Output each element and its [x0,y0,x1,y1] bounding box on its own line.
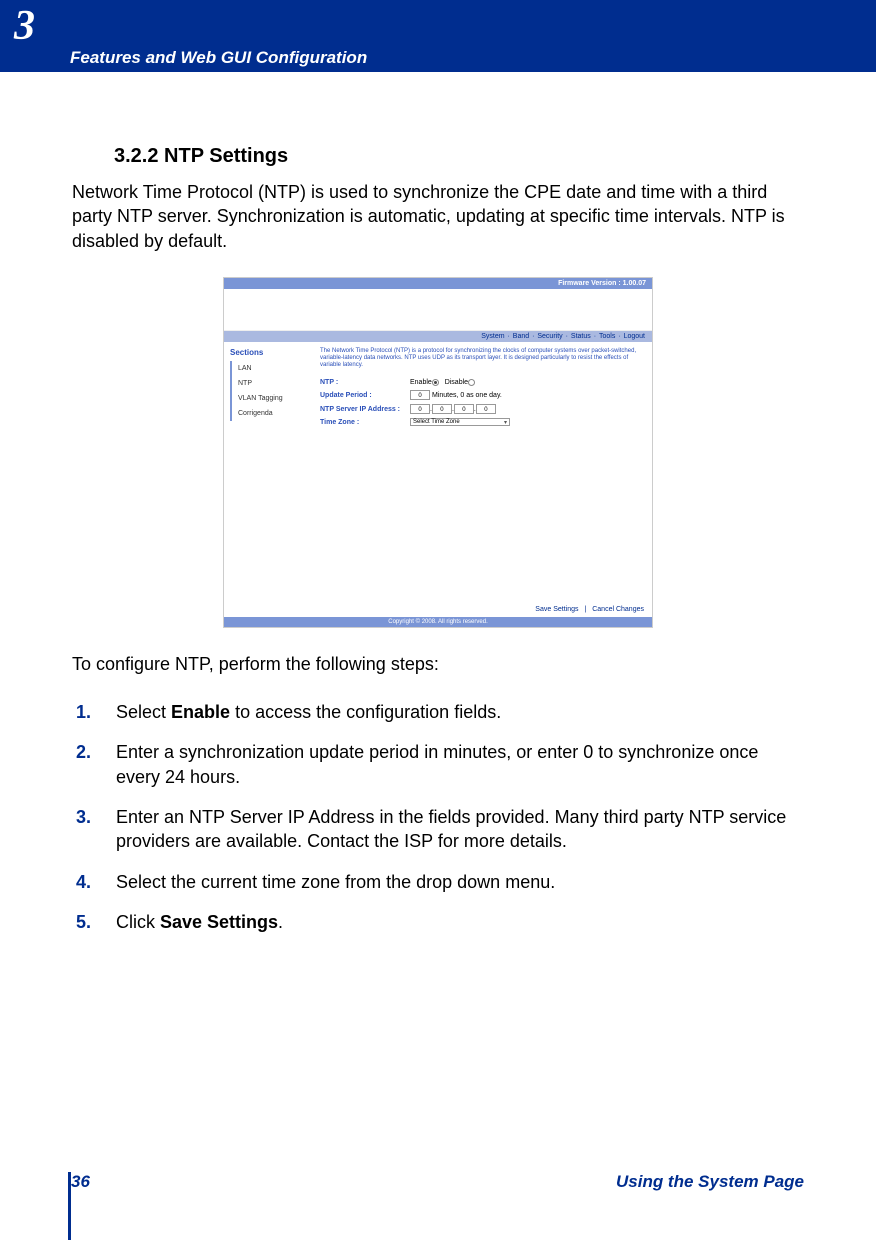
update-suffix: Minutes, 0 as one day. [432,392,502,399]
sidebar-item-lan[interactable]: LAN [230,361,308,376]
main-panel: The Network Time Protocol (NTP) is a pro… [314,342,652,602]
panel-intro: The Network Time Protocol (NTP) is a pro… [320,348,646,370]
embedded-screenshot: Firmware Version : 1.00.07 System · Band… [223,277,653,628]
step-5: 5. Click Save Settings. [72,910,804,934]
step-1: 1. Select Enable to access the configura… [72,700,804,724]
ntp-label: NTP : [320,379,410,386]
nav-item[interactable]: Tools [599,333,615,340]
sidebar: Sections LAN NTP VLAN Tagging Corrigenda [224,342,314,602]
sidebar-title: Sections [230,348,308,357]
header-title: Features and Web GUI Configuration [70,48,367,68]
step-text: Select Enable to access the configuratio… [116,700,804,724]
step-number: 2. [76,740,116,789]
page-footer: 36 Using the System Page [68,1172,804,1192]
brand-area [224,289,652,331]
footer-stub [68,1176,71,1240]
nav-item[interactable]: Status [571,333,591,340]
footer-separator: | [584,606,586,613]
nav-item[interactable]: Band [513,333,529,340]
ip-octet-1[interactable]: 0 [410,404,430,414]
disable-radio[interactable] [468,379,475,386]
sidebar-item-corrigenda[interactable]: Corrigenda [230,406,308,421]
ip-octet-2[interactable]: 0 [432,404,452,414]
steps-list: 1. Select Enable to access the configura… [72,700,804,934]
chapter-number: 3 [14,2,35,50]
tz-select[interactable]: Select Time Zone [410,418,510,426]
section-number: 3.2.2 [114,145,158,167]
step-text: Click Save Settings. [116,910,804,934]
section-heading: 3.2.2 NTP Settings [114,145,804,168]
step-4: 4. Select the current time zone from the… [72,870,804,894]
step-2: 2. Enter a synchronization update period… [72,740,804,789]
step-text: Select the current time zone from the dr… [116,870,804,894]
content-area: 3.2.2 NTP Settings Network Time Protocol… [72,145,804,950]
update-label: Update Period : [320,392,410,399]
ip-octet-3[interactable]: 0 [454,404,474,414]
enable-radio[interactable] [432,379,439,386]
footer-title: Using the System Page [616,1172,804,1192]
cancel-changes-link[interactable]: Cancel Changes [592,606,644,613]
update-row: Update Period : 0 Minutes, 0 as one day. [320,390,646,400]
sidebar-item-vlan[interactable]: VLAN Tagging [230,391,308,406]
step-text: Enter a synchronization update period in… [116,740,804,789]
tz-label: Time Zone : [320,419,410,426]
save-settings-link[interactable]: Save Settings [535,606,578,613]
enable-label: Enable [410,379,432,386]
section-title: NTP Settings [164,145,288,167]
ip-label: NTP Server IP Address : [320,406,410,413]
copyright: Copyright © 2008. All rights reserved. [224,617,652,627]
nav-item[interactable]: Security [537,333,562,340]
nav-item[interactable]: System [481,333,504,340]
step-number: 5. [76,910,116,934]
nav-item[interactable]: Logout [624,333,645,340]
ntp-row: NTP : Enable Disable [320,379,646,386]
section-intro: Network Time Protocol (NTP) is used to s… [72,180,804,253]
step-number: 4. [76,870,116,894]
sidebar-item-ntp[interactable]: NTP [230,376,308,391]
update-input[interactable]: 0 [410,390,430,400]
step-number: 1. [76,700,116,724]
step-3: 3. Enter an NTP Server IP Address in the… [72,805,804,854]
step-number: 3. [76,805,116,854]
ip-row: NTP Server IP Address : 0 . 0 . 0 . 0 [320,404,646,414]
lead-in: To configure NTP, perform the following … [72,652,804,676]
step-text: Enter an NTP Server IP Address in the fi… [116,805,804,854]
tz-row: Time Zone : Select Time Zone [320,418,646,426]
page-number: 36 [71,1172,90,1191]
page-number-box: 36 [68,1172,90,1192]
ip-octet-4[interactable]: 0 [476,404,496,414]
disable-label: Disable [445,379,468,386]
screenshot-footer: Save Settings | Cancel Changes [224,602,652,617]
firmware-version: Firmware Version : 1.00.07 [224,278,652,289]
screenshot-body: Sections LAN NTP VLAN Tagging Corrigenda… [224,342,652,602]
nav-bar: System · Band · Security · Status · Tool… [224,331,652,342]
page-header: 3 Features and Web GUI Configuration [0,0,876,72]
